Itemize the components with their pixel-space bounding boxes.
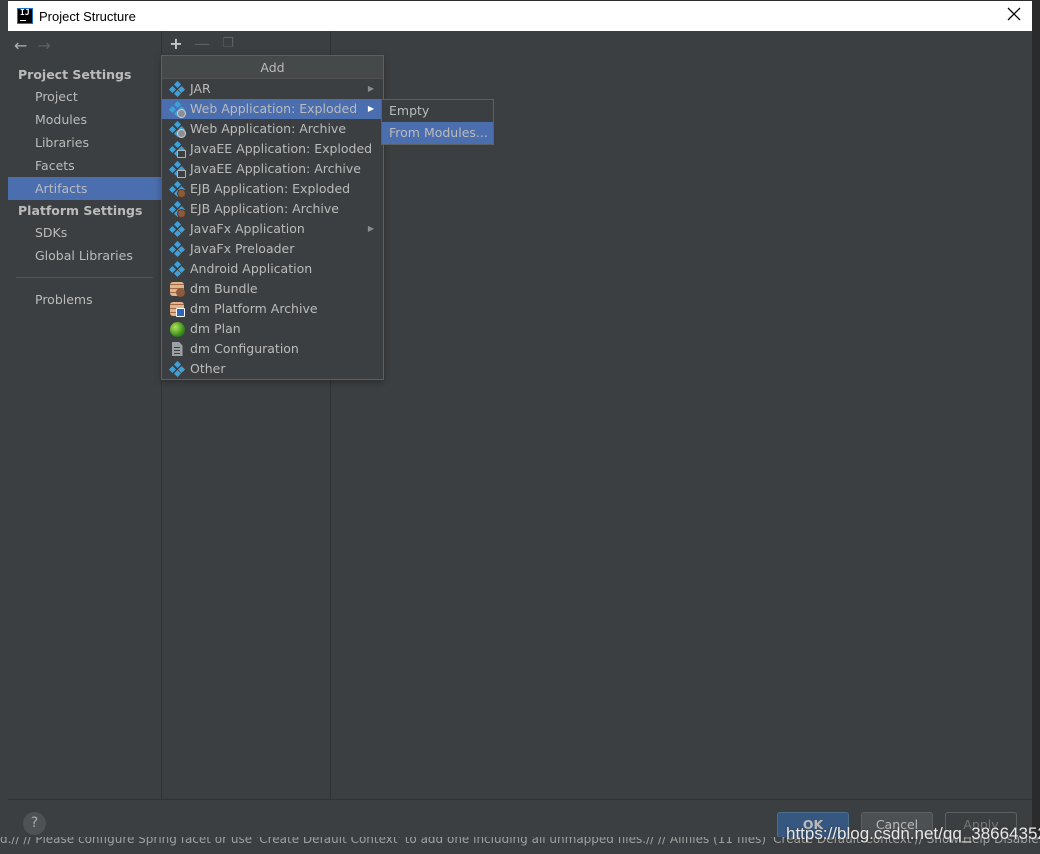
menu-item-label: JAR <box>190 81 211 96</box>
arrow-left-icon[interactable]: ← <box>14 36 27 55</box>
menu-title: Add <box>162 56 383 79</box>
menu-item-label: dm Platform Archive <box>190 301 318 316</box>
menu-item-label: Web Application: Exploded <box>190 101 358 116</box>
dm-bundle-icon <box>169 281 185 297</box>
background-window-left <box>0 0 8 854</box>
sidebar-item-libraries[interactable]: Libraries <box>8 131 161 154</box>
menu-item-label: EJB Application: Archive <box>190 201 339 216</box>
sidebar-list: Project Settings Project Modules Librari… <box>8 64 161 311</box>
menu-item-javafx-preloader[interactable]: JavaFx Preloader <box>162 239 383 259</box>
menu-item-dm-configuration[interactable]: dm Configuration <box>162 339 383 359</box>
menu-item-label: Web Application: Archive <box>190 121 347 136</box>
javaee-artifact-icon <box>168 160 186 178</box>
menu-item-ejb-application-exploded[interactable]: EJB Application: Exploded <box>162 179 383 199</box>
minus-icon[interactable]: — <box>194 34 210 53</box>
menu-item-javaee-application-archive[interactable]: JavaEE Application: Archive <box>162 159 383 179</box>
menu-item-ejb-application-archive[interactable]: EJB Application: Archive <box>162 199 383 219</box>
copy-icon[interactable]: ❐ <box>220 35 236 51</box>
javaee-artifact-icon <box>168 140 186 158</box>
artifact-icon <box>168 240 186 258</box>
navigation-bar: ← → <box>8 31 161 59</box>
menu-item-label: JavaFx Preloader <box>190 241 295 256</box>
menu-item-label: dm Plan <box>190 321 241 336</box>
sidebar-item-artifacts[interactable]: Artifacts <box>8 177 161 200</box>
web-artifact-icon <box>168 120 186 138</box>
menu-item-label: JavaEE Application: Archive <box>190 161 361 176</box>
web-exploded-submenu: Empty From Modules... <box>381 99 494 145</box>
background-window-right <box>1032 0 1040 854</box>
sidebar-item-global-libraries[interactable]: Global Libraries <box>8 244 161 267</box>
arrow-right-icon[interactable]: → <box>37 36 50 55</box>
menu-item-android-application[interactable]: Android Application <box>162 259 383 279</box>
menu-item-dm-plan[interactable]: dm Plan <box>162 319 383 339</box>
dm-plan-icon <box>169 321 185 337</box>
submenu-arrow-icon: ▶ <box>367 104 374 113</box>
add-artifact-menu: Add JAR ▶ Web Application: Exploded ▶ We… <box>161 55 384 380</box>
menu-item-label: dm Bundle <box>190 281 258 296</box>
menu-item-label: EJB Application: Exploded <box>190 181 351 196</box>
menu-item-other[interactable]: Other <box>162 359 383 379</box>
window-title: Project Structure <box>39 8 136 24</box>
artifact-icon <box>168 260 186 278</box>
menu-item-web-application-archive[interactable]: Web Application: Archive <box>162 119 383 139</box>
menu-item-dm-platform-archive[interactable]: dm Platform Archive <box>162 299 383 319</box>
dm-platform-icon <box>169 301 185 317</box>
sidebar-item-facets[interactable]: Facets <box>8 154 161 177</box>
submenu-arrow-icon: ▶ <box>367 84 374 93</box>
submenu-arrow-icon: ▶ <box>367 224 374 233</box>
sidebar-divider <box>16 277 153 278</box>
menu-item-label: Android Application <box>190 261 313 276</box>
watermark-text: https://blog.csdn.net/qq_38664352 <box>786 824 1040 843</box>
menu-item-label: JavaFx Application <box>190 221 305 236</box>
title-bar: IJ Project Structure <box>8 1 1032 31</box>
artifacts-toolbar: + — ❐ <box>162 31 330 55</box>
menu-item-javafx-application[interactable]: JavaFx Application ▶ <box>162 219 383 239</box>
artifact-icon <box>168 80 186 98</box>
close-button[interactable] <box>1004 6 1024 26</box>
sidebar-item-project[interactable]: Project <box>8 85 161 108</box>
dm-config-icon <box>169 341 185 357</box>
web-artifact-icon <box>168 100 186 118</box>
menu-item-label: JavaEE Application: Exploded <box>190 141 373 156</box>
sidebar-item-modules[interactable]: Modules <box>8 108 161 131</box>
sidebar: ← → Project Settings Project Modules Lib… <box>8 31 161 799</box>
section-heading-project-settings: Project Settings <box>18 67 132 82</box>
submenu-item-from-modules[interactable]: From Modules... <box>382 122 493 144</box>
intellij-app-icon: IJ <box>17 8 33 24</box>
sidebar-item-problems[interactable]: Problems <box>8 288 161 311</box>
menu-item-javaee-application-exploded[interactable]: JavaEE Application: Exploded <box>162 139 383 159</box>
menu-item-jar[interactable]: JAR ▶ <box>162 79 383 99</box>
menu-item-web-application-exploded[interactable]: Web Application: Exploded ▶ <box>162 99 383 119</box>
section-heading-platform-settings: Platform Settings <box>18 203 143 218</box>
artifact-icon <box>168 360 186 378</box>
plus-icon[interactable]: + <box>168 34 184 53</box>
artifact-details-panel <box>331 31 1032 799</box>
help-button[interactable]: ? <box>23 812 46 835</box>
artifact-icon <box>168 220 186 238</box>
ejb-artifact-icon <box>168 180 186 198</box>
close-icon <box>1007 7 1021 21</box>
menu-item-label: dm Configuration <box>190 341 299 356</box>
ejb-artifact-icon <box>168 200 186 218</box>
menu-item-dm-bundle[interactable]: dm Bundle <box>162 279 383 299</box>
sidebar-item-sdks[interactable]: SDKs <box>8 221 161 244</box>
submenu-item-empty[interactable]: Empty <box>382 100 493 122</box>
menu-item-label: Other <box>190 361 226 376</box>
